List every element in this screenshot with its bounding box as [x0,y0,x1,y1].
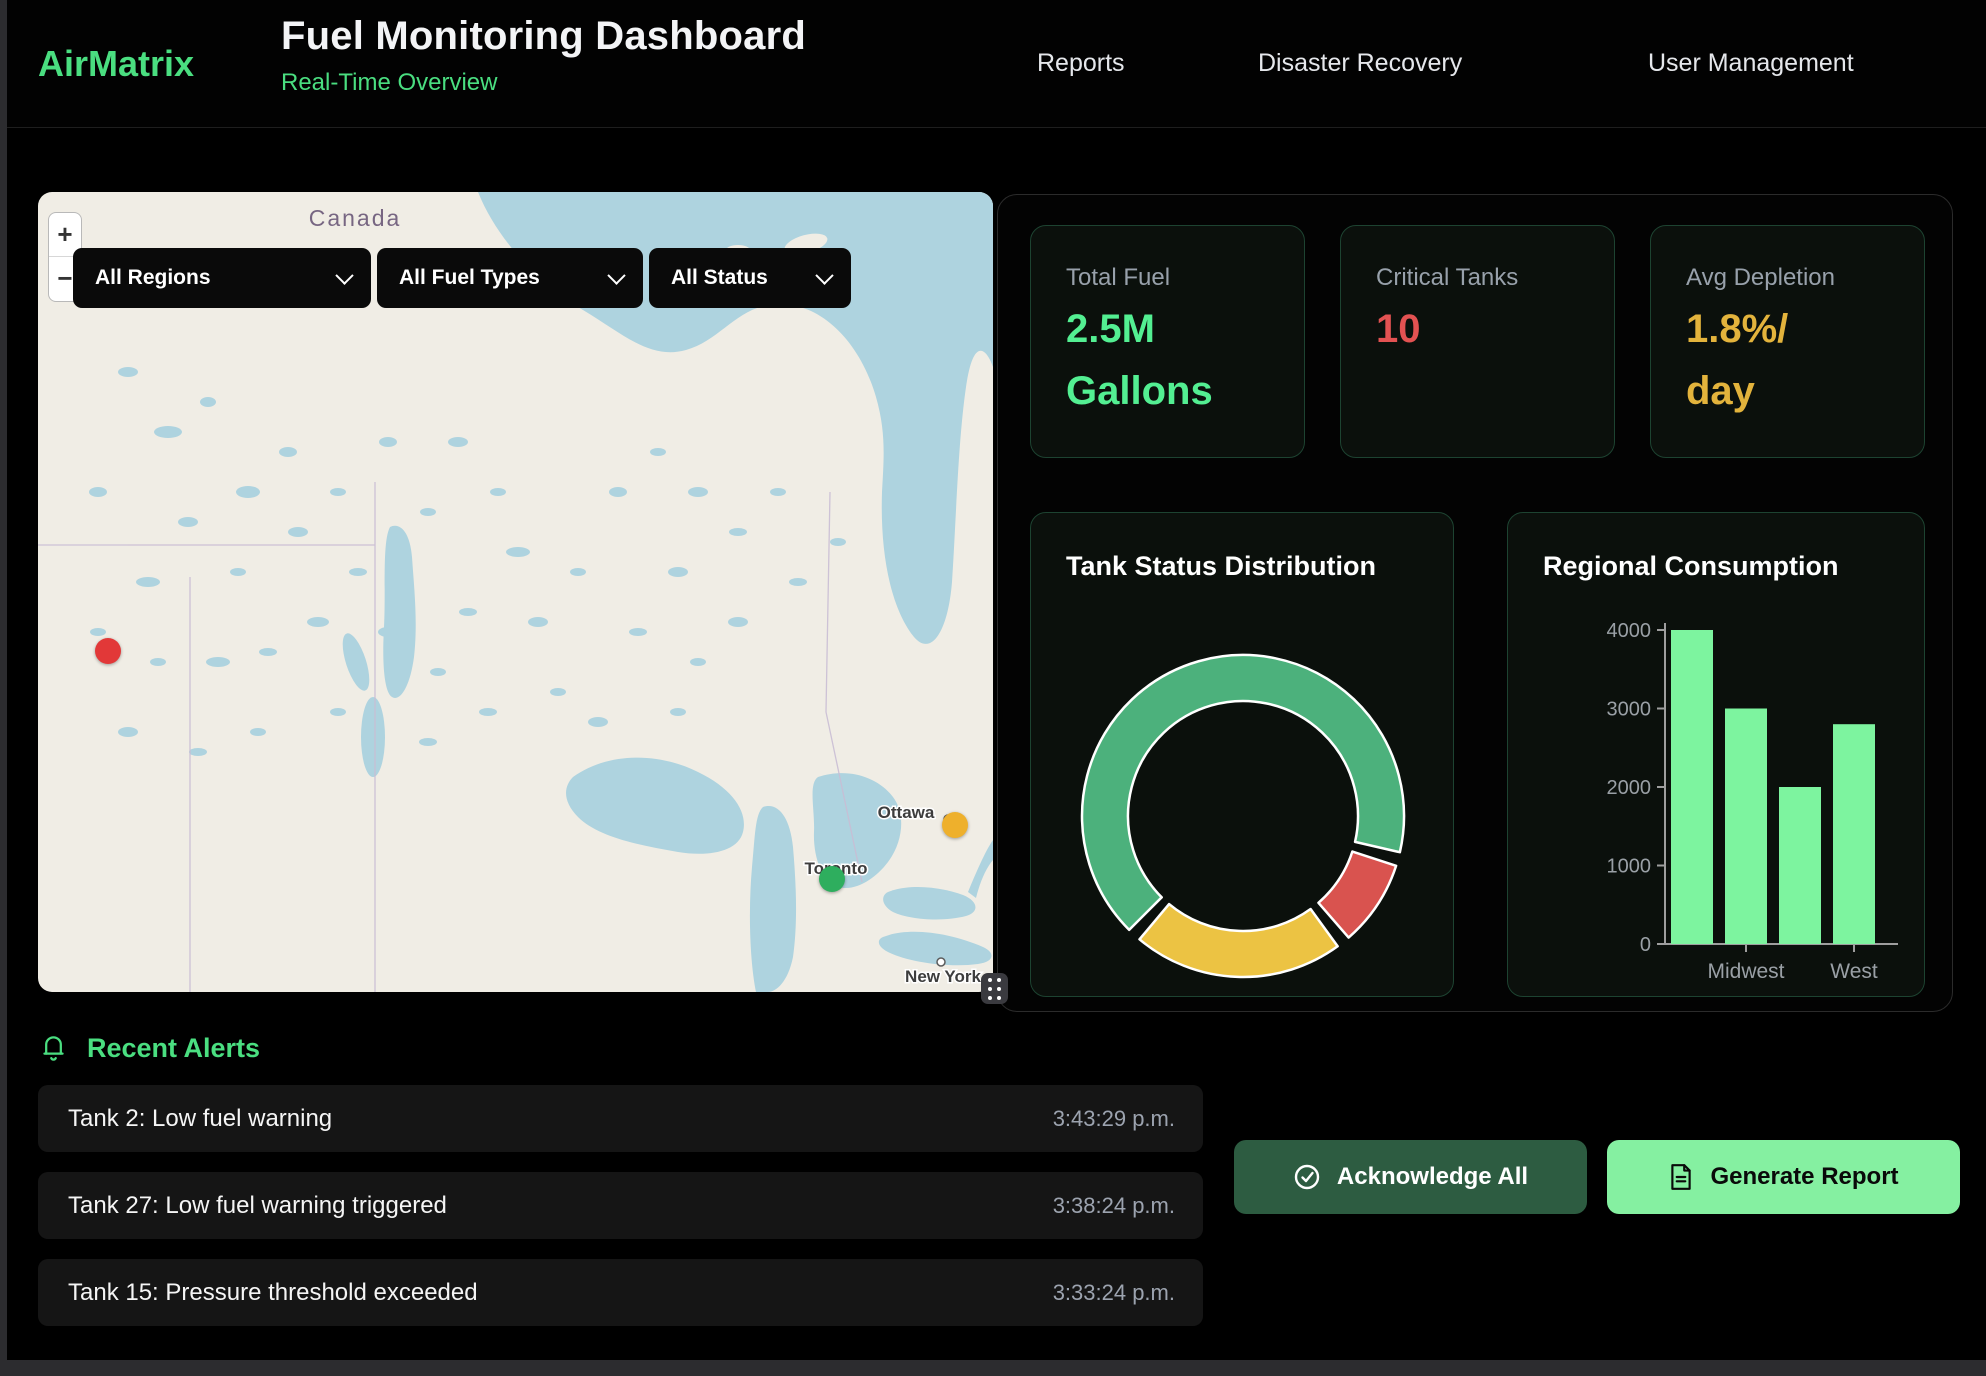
alert-time: 3:43:29 p.m. [1053,1106,1175,1132]
bar-region-3 [1779,787,1821,944]
filter-regions-select[interactable]: All Regions [73,248,371,308]
tank-marker-critical[interactable] [95,638,121,664]
nav-user-management[interactable]: User Management [1648,0,1854,127]
fuel-monitoring-dashboard: AirMatrix Fuel Monitoring Dashboard Real… [0,0,1986,1376]
map-resize-handle[interactable] [981,973,1008,1004]
svg-text:Midwest: Midwest [1707,960,1784,983]
svg-text:3000: 3000 [1607,699,1652,721]
alert-text: Tank 2: Low fuel warning [68,1105,332,1133]
filter-fuel-types-value: All Fuel Types [399,266,540,290]
acknowledge-all-label: Acknowledge All [1337,1163,1528,1191]
fuel-map[interactable]: Canada Ottawa Toronto New York + − All R… [38,192,993,992]
page-subtitle: Real-Time Overview [281,69,806,97]
svg-text:0: 0 [1640,934,1651,956]
tank-marker-warning[interactable] [942,812,968,838]
stat-label: Critical Tanks [1376,264,1614,292]
alert-text: Tank 15: Pressure threshold exceeded [68,1279,478,1307]
tank-marker-normal[interactable] [819,866,845,892]
regional-consumption-card: Regional Consumption 01000200030004000Mi… [1507,512,1925,997]
alerts-header: Recent Alerts [40,1028,260,1068]
newyork-city-dot [937,958,945,966]
brand-logo[interactable]: AirMatrix [38,0,194,127]
svg-text:2000: 2000 [1607,777,1652,799]
tank-status-card: Tank Status Distribution [1030,512,1454,997]
filter-regions-value: All Regions [95,266,211,290]
map-canvas: Canada Ottawa Toronto New York [38,192,993,992]
svg-text:West: West [1830,960,1878,983]
stat-card-critical-tanks: Critical Tanks 10 [1340,225,1615,458]
app-header: AirMatrix Fuel Monitoring Dashboard Real… [0,0,1986,128]
acknowledge-all-button[interactable]: Acknowledge All [1234,1140,1587,1214]
nav-reports[interactable]: Reports [1037,0,1125,127]
stat-card-avg-depletion: Avg Depletion 1.8%/day [1650,225,1925,458]
window-edge-bottom [0,1360,1986,1376]
donut-segment-warning [1140,904,1338,977]
alert-row[interactable]: Tank 15: Pressure threshold exceeded 3:3… [38,1259,1203,1326]
chevron-down-icon [335,266,353,284]
generate-report-label: Generate Report [1710,1163,1898,1191]
alert-time: 3:38:24 p.m. [1053,1193,1175,1219]
stat-label: Avg Depletion [1686,264,1924,292]
bar-region-1 [1671,630,1713,944]
bar-Midwest [1725,709,1767,945]
window-edge-left [0,0,7,1376]
map-label-newyork: New York [905,967,981,986]
map-label-ottawa: Ottawa [878,803,935,822]
stat-card-total-fuel: Total Fuel 2.5MGallons [1030,225,1305,458]
map-boundaries [38,482,862,992]
filter-status-value: All Status [671,266,768,290]
stat-label: Total Fuel [1066,264,1304,292]
nav-disaster-recovery[interactable]: Disaster Recovery [1258,0,1462,127]
tank-status-donut-chart [1031,553,1455,998]
donut-segment-critical [1318,852,1396,938]
bar-West [1833,724,1875,944]
chevron-down-icon [815,266,833,284]
stat-value: 2.5MGallons [1066,298,1304,422]
alert-row[interactable]: Tank 2: Low fuel warning 3:43:29 p.m. [38,1085,1203,1152]
alert-time: 3:33:24 p.m. [1053,1280,1175,1306]
bell-icon [40,1033,67,1063]
filter-status-select[interactable]: All Status [649,248,851,308]
alerts-title: Recent Alerts [87,1033,260,1064]
filter-fuel-types-select[interactable]: All Fuel Types [377,248,643,308]
alert-text: Tank 27: Low fuel warning triggered [68,1192,447,1220]
regional-consumption-bar-chart: 0 1000 2000 3000 4000 Midwest West [1508,513,1926,998]
page-title: Fuel Monitoring Dashboard [281,14,806,59]
title-block: Fuel Monitoring Dashboard Real-Time Over… [281,14,806,97]
check-circle-icon [1293,1163,1321,1191]
svg-text:1000: 1000 [1607,856,1652,878]
stat-value: 10 [1376,298,1614,360]
stat-value: 1.8%/day [1686,298,1924,422]
alert-row[interactable]: Tank 27: Low fuel warning triggered 3:38… [38,1172,1203,1239]
document-icon [1668,1163,1694,1191]
svg-text:4000: 4000 [1607,620,1652,642]
map-label-canada: Canada [309,205,402,231]
generate-report-button[interactable]: Generate Report [1607,1140,1960,1214]
chevron-down-icon [607,266,625,284]
